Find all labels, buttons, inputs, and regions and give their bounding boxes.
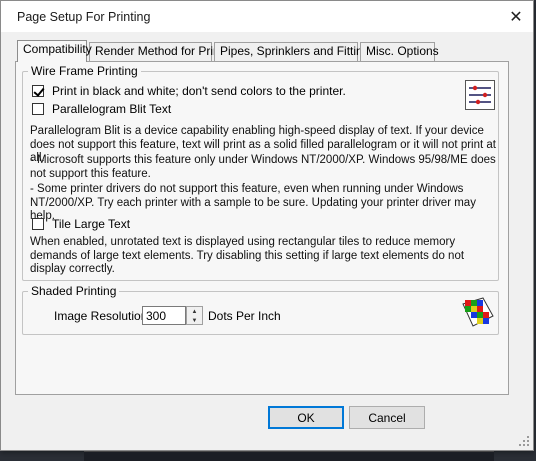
tile-large-text-checkbox[interactable]	[32, 218, 44, 230]
tab-render-method[interactable]: Render Method for Print	[89, 42, 223, 61]
parallelogram-blit-label: Parallelogram Blit Text	[52, 102, 172, 116]
title-bar: Page Setup For Printing ✕	[1, 1, 533, 32]
window-title: Page Setup For Printing	[17, 10, 151, 24]
parallelogram-blit-option[interactable]: Parallelogram Blit Text	[32, 102, 171, 116]
tile-large-text-label: Tile Large Text	[52, 217, 131, 231]
print-bw-label: Print in black and white; don't send col…	[52, 84, 346, 98]
spin-up-icon[interactable]: ▲	[187, 307, 202, 316]
close-icon[interactable]: ✕	[499, 1, 533, 32]
resolution-unit-label: Dots Per Inch	[208, 309, 281, 323]
tile-large-text-description: When enabled, unrotated text is displaye…	[30, 236, 465, 275]
print-bw-option[interactable]: Print in black and white; don't send col…	[32, 84, 346, 98]
tile-large-text-option[interactable]: Tile Large Text	[32, 217, 130, 231]
wireframe-printing-legend: Wire Frame Printing	[28, 64, 141, 78]
wireframe-printing-group: Wire Frame Printing Print in black and w…	[22, 64, 499, 281]
tab-pipes-sprinklers-fittings[interactable]: Pipes, Sprinklers and Fittings	[214, 42, 375, 61]
tab-misc-options[interactable]: Misc. Options	[360, 42, 439, 61]
cancel-button[interactable]: Cancel	[349, 406, 425, 429]
ok-button[interactable]: OK	[268, 406, 344, 429]
shaded-printing-group: Shaded Printing Image Resolution ▲ ▼ Dot…	[22, 284, 499, 335]
spin-down-icon[interactable]: ▼	[187, 316, 202, 325]
print-bw-checkbox[interactable]	[32, 85, 44, 97]
background-window-edge	[84, 451, 494, 461]
image-resolution-label: Image Resolution	[54, 309, 148, 323]
parallelogram-blit-checkbox[interactable]	[32, 103, 44, 115]
shaded-printing-legend: Shaded Printing	[28, 284, 120, 298]
microsoft-support-note: - Microsoft supports this feature only u…	[30, 154, 496, 180]
resize-grip-icon[interactable]	[518, 435, 530, 447]
page-setup-dialog: Page Setup For Printing ✕ Compatibility …	[0, 0, 534, 451]
tab-compatibility[interactable]: Compatibility	[17, 40, 92, 62]
image-resolution-input[interactable]	[142, 306, 186, 325]
image-resolution-spinner[interactable]: ▲ ▼	[186, 306, 203, 325]
wireframe-settings-icon	[465, 80, 495, 110]
compatibility-panel: Wire Frame Printing Print in black and w…	[15, 61, 509, 395]
color-grid-icon	[461, 296, 495, 330]
